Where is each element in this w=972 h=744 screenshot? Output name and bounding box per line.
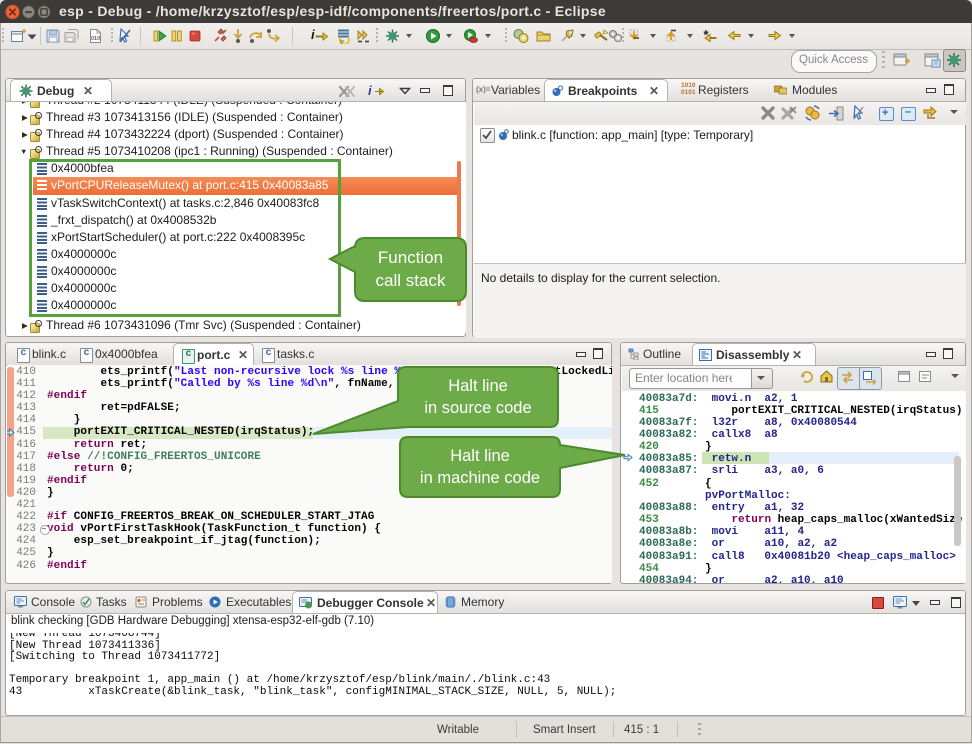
svg-text:010: 010 (91, 36, 100, 42)
